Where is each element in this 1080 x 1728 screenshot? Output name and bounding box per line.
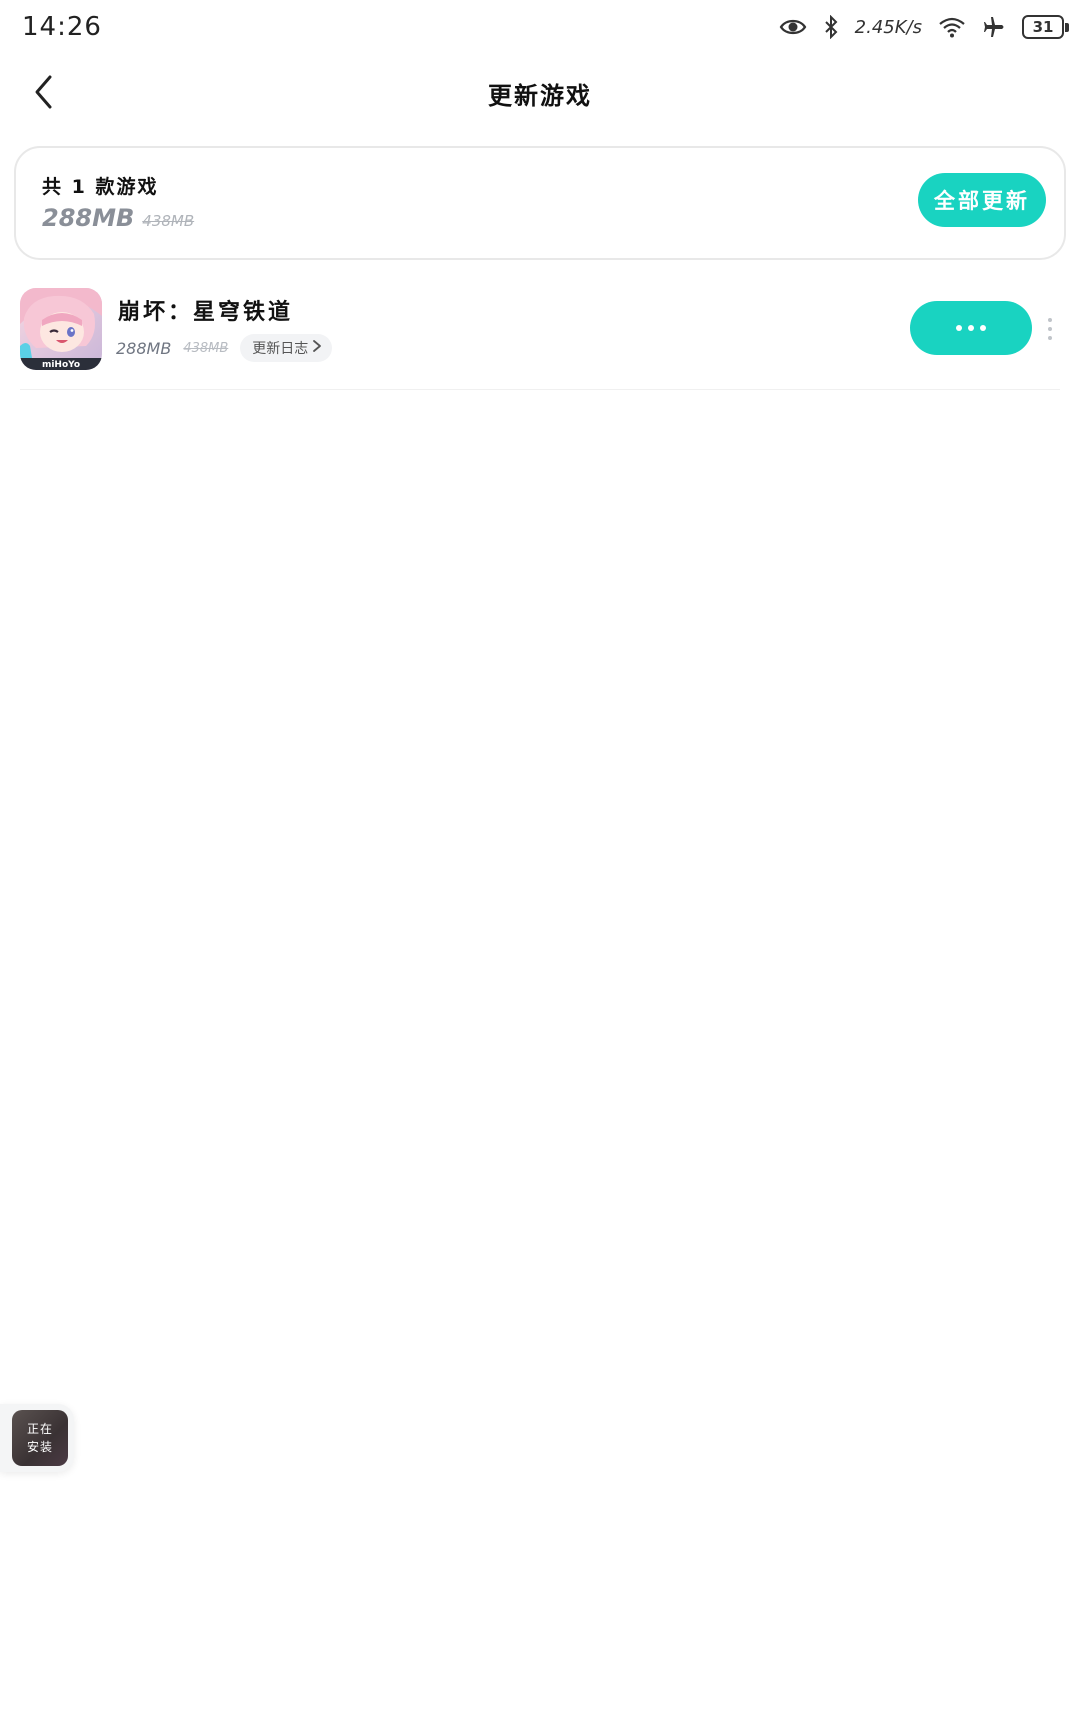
status-icons: 2.45K/s 31 <box>779 12 1069 42</box>
battery-icon: 31 <box>1022 15 1069 39</box>
installing-widget[interactable]: 正在 安装 <box>0 1404 74 1472</box>
installing-line-2: 安装 <box>26 1440 53 1454</box>
more-vertical-icon[interactable] <box>1046 318 1054 340</box>
changelog-button[interactable]: 更新日志 <box>240 334 333 362</box>
wifi-icon <box>938 16 966 38</box>
update-progress-button[interactable] <box>910 301 1032 355</box>
chevron-right-icon <box>312 339 322 357</box>
net-speed: 2.45K/s <box>854 16 922 38</box>
status-time: 14:26 <box>22 12 102 42</box>
update-all-button[interactable]: 全部更新 <box>918 173 1046 227</box>
changelog-label: 更新日志 <box>252 341 309 357</box>
page-title: 更新游戏 <box>488 82 592 110</box>
header: 更新游戏 <box>0 56 1080 132</box>
summary-card: 共 1 款游戏 288MB 438MB 全部更新 <box>14 146 1066 260</box>
game-size-new: 288MB <box>116 338 172 358</box>
ellipsis-icon <box>956 325 962 331</box>
status-bar: 14:26 2.45K/s 31 <box>0 0 1080 56</box>
game-count: 共 1 款游戏 <box>42 176 159 198</box>
bluetooth-icon <box>823 15 839 39</box>
airplane-icon <box>982 15 1006 39</box>
game-meta: 288MB 438MB 更新日志 <box>116 334 333 362</box>
installing-line-1: 正在 <box>26 1422 53 1436</box>
game-name: 崩坏：星穹铁道 <box>118 300 294 325</box>
eye-icon <box>779 17 807 37</box>
installing-thumbnail[interactable]: 正在 安装 <box>12 1410 68 1466</box>
game-size-old: 438MB <box>183 340 229 356</box>
game-row[interactable]: miHoYo 崩坏：星穹铁道 288MB 438MB 更新日志 <box>20 284 1060 390</box>
total-size-old: 438MB <box>142 212 195 230</box>
game-icon[interactable]: miHoYo <box>20 288 102 370</box>
summary-size: 288MB 438MB <box>42 204 194 232</box>
game-icon-brand: miHoYo <box>42 360 80 370</box>
total-size-new: 288MB <box>42 204 135 232</box>
